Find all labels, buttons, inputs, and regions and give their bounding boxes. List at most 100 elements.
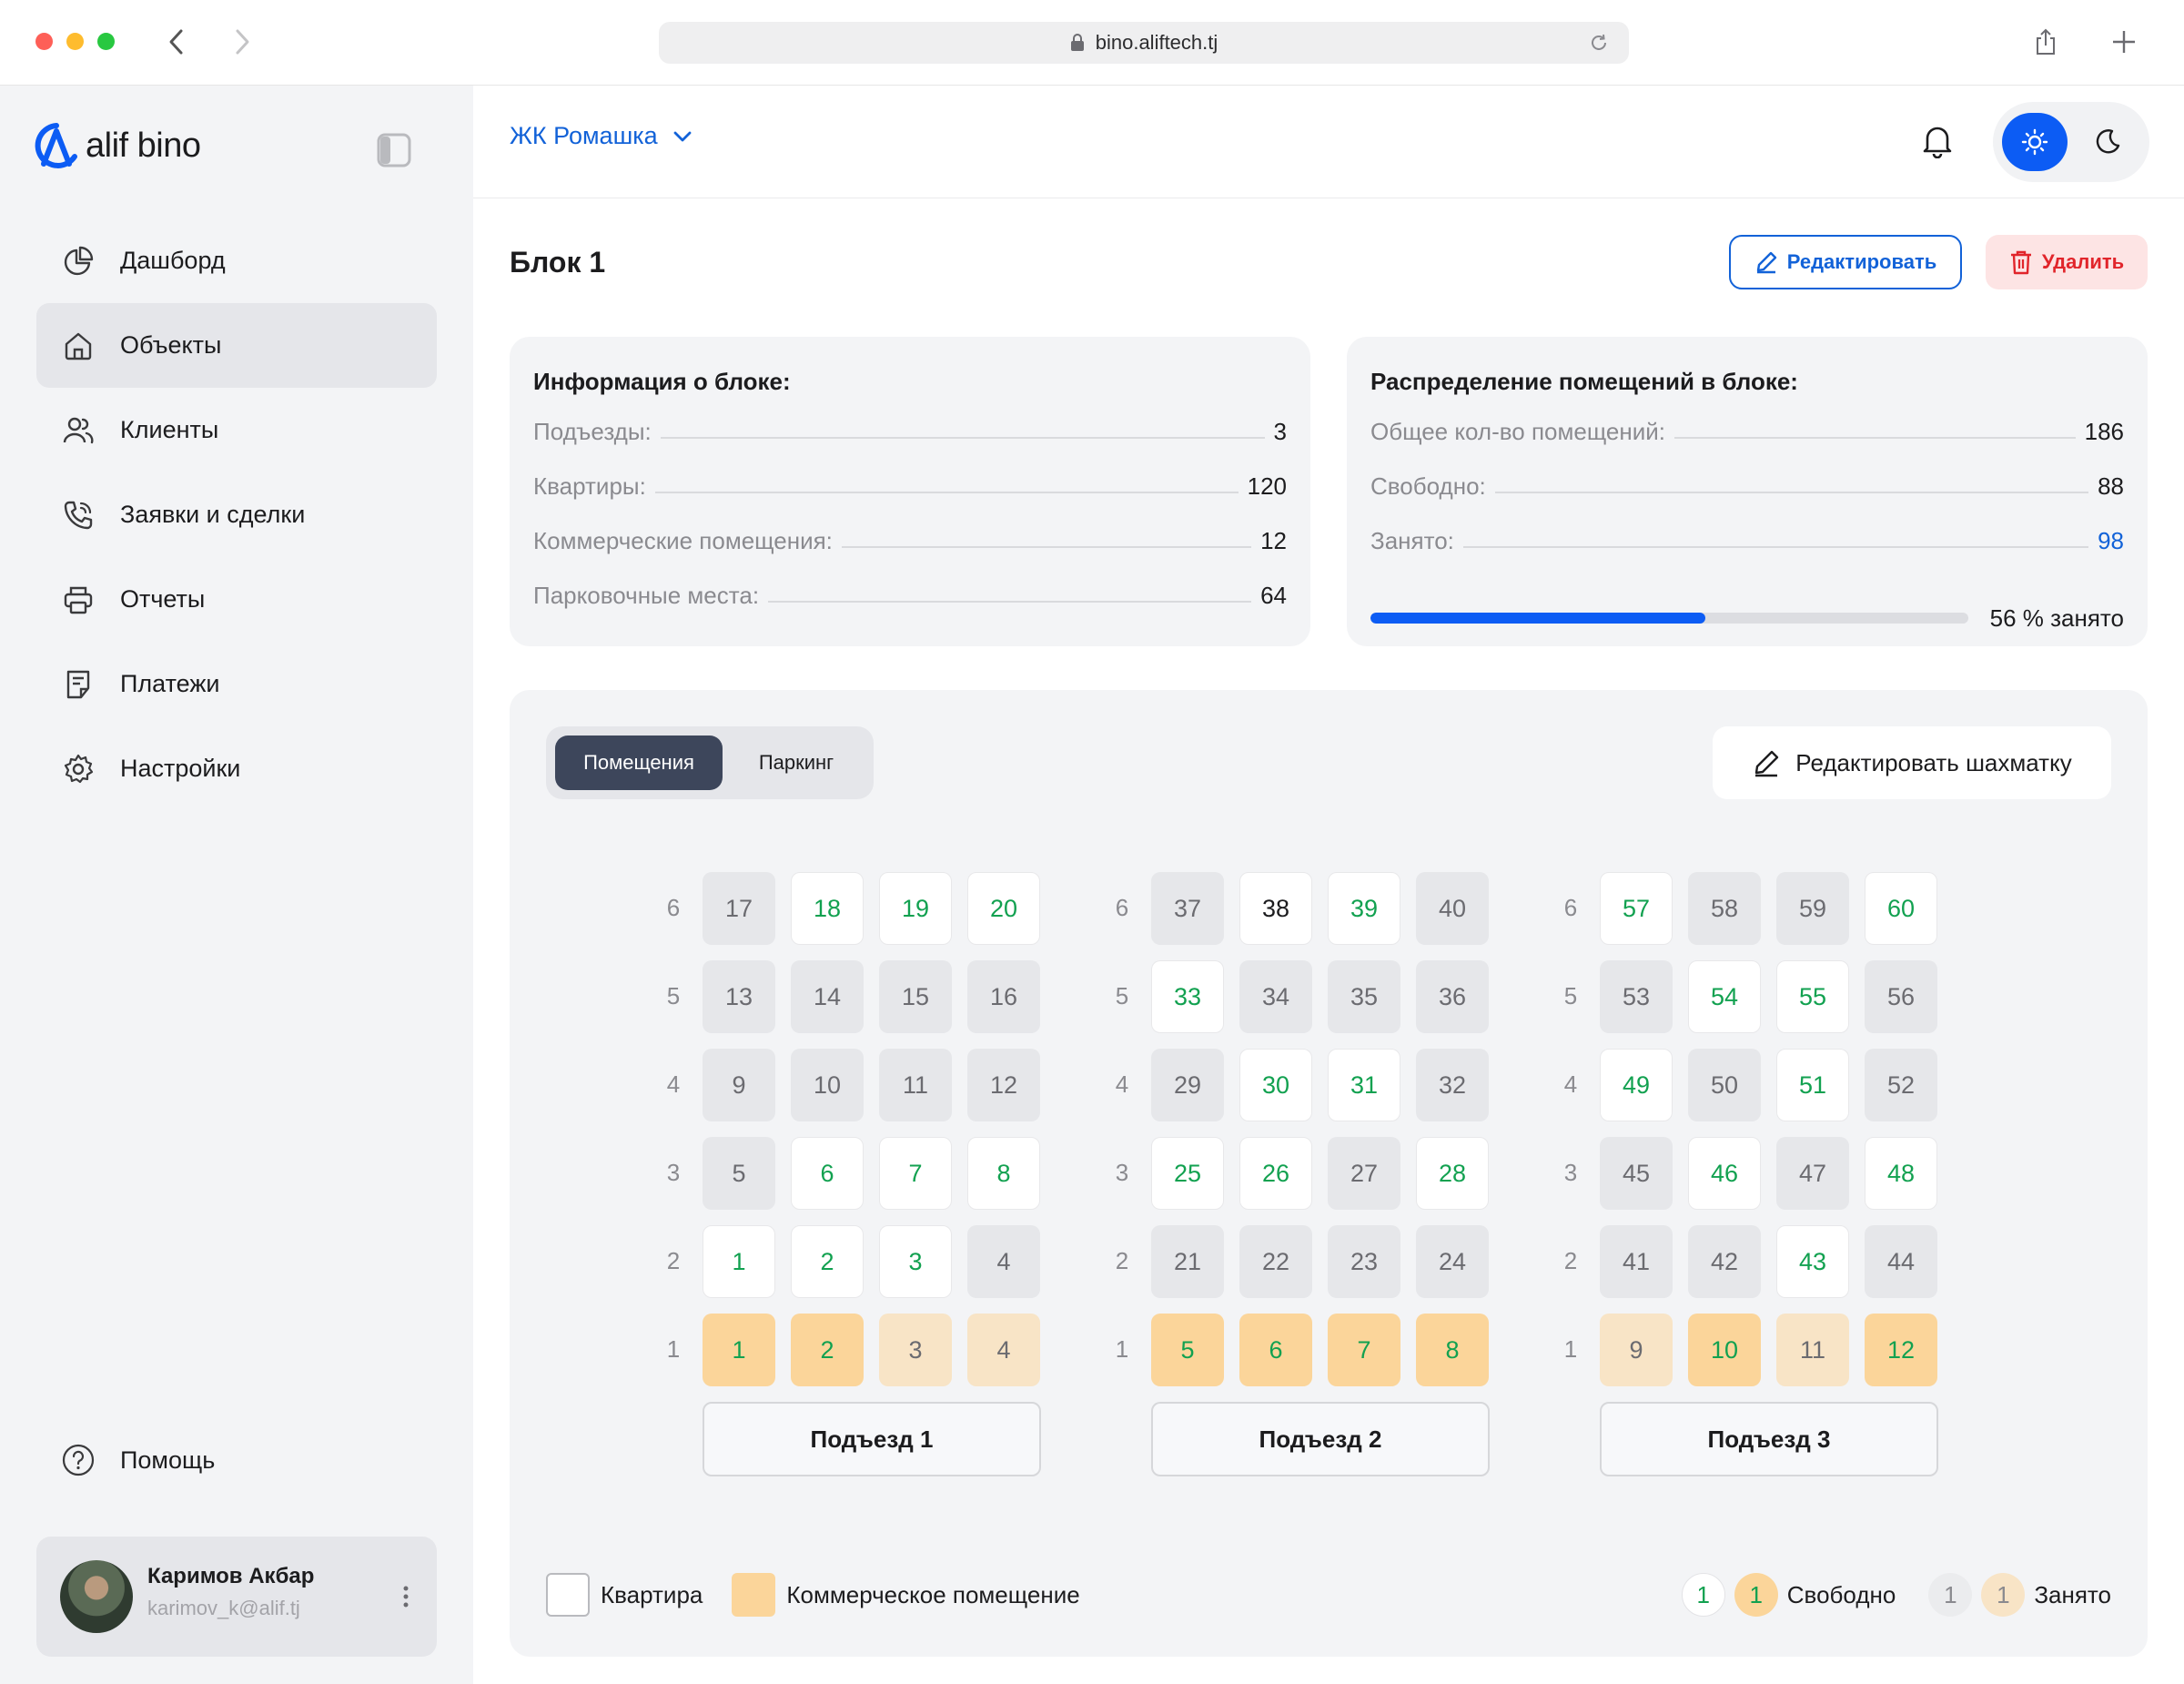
apartment-cell[interactable]: 53 — [1600, 960, 1673, 1033]
sidebar-item-requests[interactable]: Заявки и сделки — [36, 472, 437, 557]
apartment-cell[interactable]: 46 — [1688, 1137, 1761, 1210]
apartment-cell[interactable]: 35 — [1328, 960, 1400, 1033]
apartment-cell[interactable]: 59 — [1776, 872, 1849, 945]
apartment-cell[interactable]: 49 — [1600, 1049, 1673, 1121]
apartment-cell[interactable]: 60 — [1865, 872, 1937, 945]
commercial-cell[interactable]: 8 — [1416, 1314, 1489, 1386]
commercial-cell[interactable]: 2 — [791, 1314, 864, 1386]
new-tab-button[interactable] — [2106, 24, 2142, 60]
notifications-button[interactable] — [1916, 120, 1958, 162]
commercial-cell[interactable]: 9 — [1600, 1314, 1673, 1386]
apartment-cell[interactable]: 16 — [967, 960, 1040, 1033]
apartment-cell[interactable]: 47 — [1776, 1137, 1849, 1210]
apartment-cell[interactable]: 2 — [791, 1225, 864, 1298]
apartment-cell[interactable]: 40 — [1416, 872, 1489, 945]
apartment-cell[interactable]: 52 — [1865, 1049, 1937, 1121]
apartment-cell[interactable]: 43 — [1776, 1225, 1849, 1298]
apartment-cell[interactable]: 56 — [1865, 960, 1937, 1033]
commercial-cell[interactable]: 11 — [1776, 1314, 1849, 1386]
entrance-button[interactable]: Подъезд 1 — [703, 1402, 1041, 1476]
share-button[interactable] — [2027, 24, 2064, 60]
address-bar[interactable]: bino.aliftech.tj — [659, 22, 1629, 64]
apartment-cell[interactable]: 55 — [1776, 960, 1849, 1033]
apartment-cell[interactable]: 25 — [1151, 1137, 1224, 1210]
commercial-cell[interactable]: 4 — [967, 1314, 1040, 1386]
apartment-cell[interactable]: 58 — [1688, 872, 1761, 945]
apartment-cell[interactable]: 18 — [791, 872, 864, 945]
apartment-cell[interactable]: 41 — [1600, 1225, 1673, 1298]
commercial-cell[interactable]: 5 — [1151, 1314, 1224, 1386]
sidebar-item-payments[interactable]: Платежи — [36, 642, 437, 726]
entrance-button[interactable]: Подъезд 3 — [1600, 1402, 1938, 1476]
minimize-window-button[interactable] — [66, 33, 84, 50]
apartment-cell[interactable]: 31 — [1328, 1049, 1400, 1121]
help-link[interactable]: Помощь — [36, 1424, 437, 1496]
apartment-cell[interactable]: 44 — [1865, 1225, 1937, 1298]
sidebar-item-reports[interactable]: Отчеты — [36, 557, 437, 642]
maximize-window-button[interactable] — [97, 33, 115, 50]
apartment-cell[interactable]: 8 — [967, 1137, 1040, 1210]
apartment-cell[interactable]: 19 — [879, 872, 952, 945]
apartment-cell[interactable]: 17 — [703, 872, 775, 945]
commercial-cell[interactable]: 3 — [879, 1314, 952, 1386]
apartment-cell[interactable]: 24 — [1416, 1225, 1489, 1298]
apartment-cell[interactable]: 5 — [703, 1137, 775, 1210]
tab-parking[interactable]: Паркинг — [728, 735, 864, 790]
apartment-cell[interactable]: 30 — [1239, 1049, 1312, 1121]
apartment-cell[interactable]: 14 — [791, 960, 864, 1033]
apartment-cell[interactable]: 21 — [1151, 1225, 1224, 1298]
apartment-cell[interactable]: 1 — [703, 1225, 775, 1298]
apartment-cell[interactable]: 32 — [1416, 1049, 1489, 1121]
apartment-cell[interactable]: 20 — [967, 872, 1040, 945]
apartment-cell[interactable]: 26 — [1239, 1137, 1312, 1210]
back-button[interactable] — [158, 24, 195, 60]
commercial-cell[interactable]: 1 — [703, 1314, 775, 1386]
apartment-cell[interactable]: 23 — [1328, 1225, 1400, 1298]
apartment-cell[interactable]: 54 — [1688, 960, 1761, 1033]
commercial-cell[interactable]: 7 — [1328, 1314, 1400, 1386]
apartment-cell[interactable]: 3 — [879, 1225, 952, 1298]
close-window-button[interactable] — [35, 33, 53, 50]
apartment-cell[interactable]: 11 — [879, 1049, 952, 1121]
apartment-cell[interactable]: 37 — [1151, 872, 1224, 945]
sidebar-item-dashboard[interactable]: Дашборд — [36, 218, 437, 303]
commercial-cell[interactable]: 6 — [1239, 1314, 1312, 1386]
logo[interactable]: alif bino — [35, 120, 201, 171]
apartment-cell[interactable]: 10 — [791, 1049, 864, 1121]
dark-theme-button[interactable] — [2078, 113, 2137, 171]
commercial-cell[interactable]: 12 — [1865, 1314, 1937, 1386]
user-card[interactable]: Каримов Акбар karimov_k@alif.tj — [36, 1537, 437, 1657]
sidebar-toggle-button[interactable] — [377, 133, 411, 167]
apartment-cell[interactable]: 27 — [1328, 1137, 1400, 1210]
apartment-cell[interactable]: 7 — [879, 1137, 952, 1210]
apartment-cell[interactable]: 50 — [1688, 1049, 1761, 1121]
tab-premises[interactable]: Помещения — [555, 735, 723, 790]
apartment-cell[interactable]: 45 — [1600, 1137, 1673, 1210]
apartment-cell[interactable]: 51 — [1776, 1049, 1849, 1121]
apartment-cell[interactable]: 48 — [1865, 1137, 1937, 1210]
apartment-cell[interactable]: 57 — [1600, 872, 1673, 945]
apartment-cell[interactable]: 34 — [1239, 960, 1312, 1033]
user-menu-button[interactable] — [388, 1578, 424, 1615]
reload-icon[interactable] — [1589, 33, 1609, 53]
apartment-cell[interactable]: 38 — [1239, 872, 1312, 945]
edit-button[interactable]: Редактировать — [1729, 235, 1962, 289]
sidebar-item-clients[interactable]: Клиенты — [36, 388, 437, 472]
apartment-cell[interactable]: 33 — [1151, 960, 1224, 1033]
commercial-cell[interactable]: 10 — [1688, 1314, 1761, 1386]
stat-value[interactable]: 98 — [2098, 527, 2124, 555]
apartment-cell[interactable]: 6 — [791, 1137, 864, 1210]
apartment-cell[interactable]: 29 — [1151, 1049, 1224, 1121]
delete-button[interactable]: Удалить — [1986, 235, 2148, 289]
apartment-cell[interactable]: 12 — [967, 1049, 1040, 1121]
apartment-cell[interactable]: 36 — [1416, 960, 1489, 1033]
light-theme-button[interactable] — [2002, 113, 2068, 171]
apartment-cell[interactable]: 13 — [703, 960, 775, 1033]
forward-button[interactable] — [224, 24, 260, 60]
sidebar-item-settings[interactable]: Настройки — [36, 726, 437, 811]
apartment-cell[interactable]: 9 — [703, 1049, 775, 1121]
apartment-cell[interactable]: 15 — [879, 960, 952, 1033]
apartment-cell[interactable]: 39 — [1328, 872, 1400, 945]
edit-chessboard-button[interactable]: Редактировать шахматку — [1713, 726, 2111, 799]
sidebar-item-objects[interactable]: Объекты — [36, 303, 437, 388]
